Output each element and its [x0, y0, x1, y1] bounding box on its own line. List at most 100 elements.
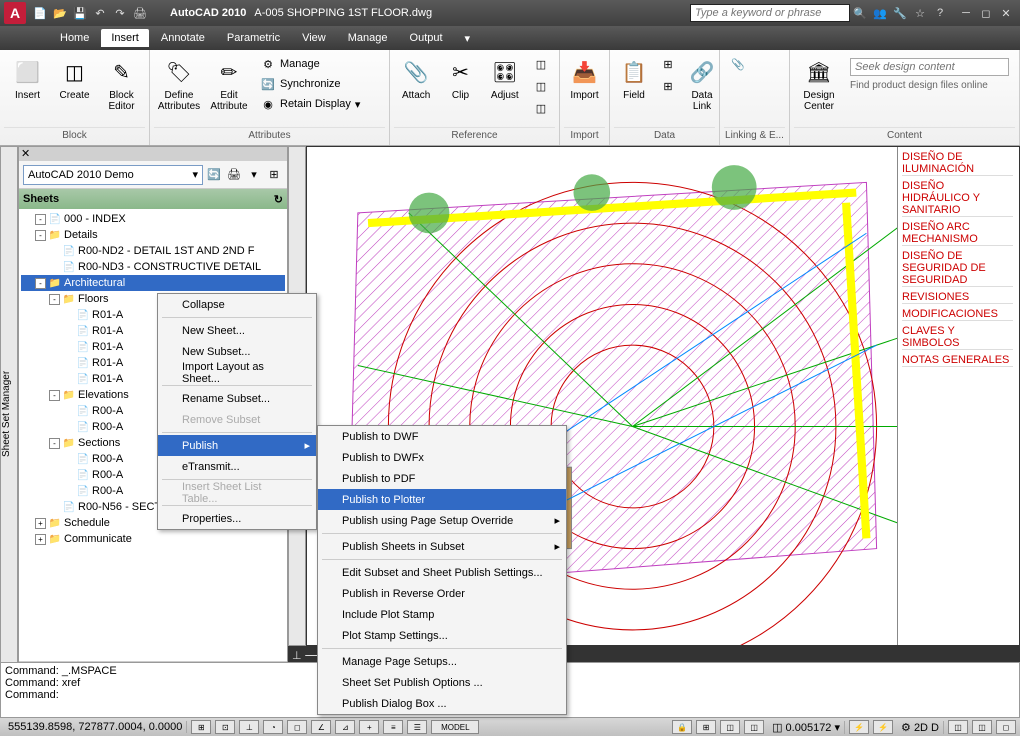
sb-ann2[interactable]: ⚡: [873, 720, 893, 734]
ctx-publish-dialog-box-[interactable]: Publish Dialog Box ...: [318, 693, 566, 714]
manage-attr-button[interactable]: ⚙Manage: [256, 54, 364, 74]
menu-annotate[interactable]: Annotate: [151, 29, 215, 47]
ctx-manage-page-setups-[interactable]: Manage Page Setups...: [318, 651, 566, 672]
ctx-sheet-set-publish-options-[interactable]: Sheet Set Publish Options ...: [318, 672, 566, 693]
key-icon[interactable]: 🔧: [892, 5, 908, 21]
insert-block-button[interactable]: ⬜Insert: [6, 54, 49, 103]
attach-button[interactable]: 📎Attach: [396, 54, 436, 103]
edit-attribute-button[interactable]: ✏Edit Attribute: [206, 54, 252, 114]
ctx-publish-using-page-setup-override[interactable]: Publish using Page Setup Override▸: [318, 510, 566, 531]
close-button[interactable]: ✕: [997, 5, 1015, 21]
ssm-combo[interactable]: AutoCAD 2010 Demo▾: [23, 165, 203, 185]
sb-ann[interactable]: ⚡: [849, 720, 869, 734]
sb-otrack[interactable]: ∠: [311, 720, 331, 734]
app-logo[interactable]: A: [4, 2, 26, 24]
ctx-publish-to-dwfx[interactable]: Publish to DWFx: [318, 447, 566, 468]
ctx-new-subset-[interactable]: New Subset...: [158, 341, 316, 362]
design-center-button[interactable]: 🏛Design Center: [796, 54, 842, 114]
ref-opt3[interactable]: ◫: [529, 98, 553, 118]
sb-qv[interactable]: ◫: [720, 720, 740, 734]
ssm-publish-icon[interactable]: 🖨: [225, 166, 243, 184]
menu-expand-icon[interactable]: ▾: [455, 29, 481, 48]
qat-open-icon[interactable]: 📂: [52, 5, 68, 21]
menu-view[interactable]: View: [292, 29, 336, 47]
field-button[interactable]: 📋Field: [616, 54, 652, 103]
qat-undo-icon[interactable]: ↶: [92, 5, 108, 21]
ctx-publish-to-dwf[interactable]: Publish to DWF: [318, 426, 566, 447]
menu-parametric[interactable]: Parametric: [217, 29, 290, 47]
sb-scale[interactable]: ◫ 0.005172 ▾: [768, 721, 845, 734]
sb-snap[interactable]: ⊞: [191, 720, 211, 734]
menu-output[interactable]: Output: [400, 29, 453, 47]
sb-qv2[interactable]: ◫: [744, 720, 764, 734]
tree-item[interactable]: -📁Architectural: [21, 275, 285, 291]
data-opt2[interactable]: ⊞: [656, 76, 680, 96]
create-block-button[interactable]: ◫Create: [53, 54, 96, 103]
sb-clean[interactable]: ◻: [996, 720, 1016, 734]
retain-display-button[interactable]: ◉Retain Display ▾: [256, 94, 364, 114]
sb-tray2[interactable]: ◫: [972, 720, 992, 734]
sb-qp[interactable]: ☰: [407, 720, 427, 734]
sb-tray1[interactable]: ◫: [948, 720, 968, 734]
ctx-edit-subset-and-sheet-publish-settings-[interactable]: Edit Subset and Sheet Publish Settings..…: [318, 562, 566, 583]
sb-grid2[interactable]: ⊞: [696, 720, 716, 734]
data-link-button[interactable]: 🔗Data Link: [684, 54, 720, 114]
ssm-opt2-icon[interactable]: ⊞: [265, 166, 283, 184]
ctx-rename-subset-[interactable]: Rename Subset...: [158, 388, 316, 409]
ctx-publish-to-plotter[interactable]: Publish to Plotter: [318, 489, 566, 510]
ssm-close-icon[interactable]: ✕: [21, 147, 30, 161]
sb-model[interactable]: MODEL: [431, 720, 479, 734]
ctx-publish-to-pdf[interactable]: Publish to PDF: [318, 468, 566, 489]
sync-attr-button[interactable]: 🔄Synchronize: [256, 74, 364, 94]
ssm-refresh2-icon[interactable]: ↻: [274, 193, 283, 206]
import-button[interactable]: 📥Import: [566, 54, 603, 103]
help-icon[interactable]: ?: [932, 5, 948, 21]
ctx-include-plot-stamp[interactable]: Include Plot Stamp: [318, 604, 566, 625]
ssm-opt-icon[interactable]: ▾: [245, 166, 263, 184]
sb-grid[interactable]: ⊡: [215, 720, 235, 734]
sb-dyn[interactable]: +: [359, 720, 379, 734]
publish-submenu[interactable]: Publish to DWFPublish to DWFxPublish to …: [317, 425, 567, 715]
search-icon[interactable]: 🔍: [852, 5, 868, 21]
clip-button[interactable]: ✂Clip: [440, 54, 480, 103]
qat-new-icon[interactable]: 📄: [32, 5, 48, 21]
ctx-import-layout-as-sheet-[interactable]: Import Layout as Sheet...: [158, 362, 316, 383]
ssm-title-tab[interactable]: Sheet Set Manager: [0, 146, 18, 682]
link1[interactable]: 📎: [726, 54, 750, 74]
favorite-icon[interactable]: ☆: [912, 5, 928, 21]
minimize-button[interactable]: ─: [957, 5, 975, 21]
menu-insert[interactable]: Insert: [101, 29, 149, 47]
context-menu[interactable]: Collapse New Sheet...New Subset...Import …: [157, 293, 317, 530]
ctx-new-sheet-[interactable]: New Sheet...: [158, 320, 316, 341]
tree-item[interactable]: -📄000 - INDEX: [21, 211, 285, 227]
maximize-button[interactable]: ◻: [977, 5, 995, 21]
ref-opt1[interactable]: ◫: [529, 54, 553, 74]
seek-input[interactable]: [850, 58, 1009, 76]
tree-item[interactable]: 📄R00-ND2 - DETAIL 1ST AND 2ND F: [21, 243, 285, 259]
sb-osnap[interactable]: ◻: [287, 720, 307, 734]
sb-lwt[interactable]: ≡: [383, 720, 403, 734]
ctx-plot-stamp-settings-[interactable]: Plot Stamp Settings...: [318, 625, 566, 646]
qat-redo-icon[interactable]: ↷: [112, 5, 128, 21]
qat-save-icon[interactable]: 💾: [72, 5, 88, 21]
qat-print-icon[interactable]: 🖨: [132, 5, 148, 21]
ctx-etransmit-[interactable]: eTransmit...: [158, 456, 316, 477]
infocenter-search[interactable]: [690, 4, 850, 22]
sb-polar[interactable]: ◔: [263, 720, 283, 734]
block-editor-button[interactable]: ✎Block Editor: [100, 54, 143, 114]
ctx-publish[interactable]: Publish▸: [158, 435, 316, 456]
data-opt1[interactable]: ⊞: [656, 54, 680, 74]
tree-item[interactable]: -📁Details: [21, 227, 285, 243]
ref-opt2[interactable]: ◫: [529, 76, 553, 96]
sb-ducs[interactable]: ⊿: [335, 720, 355, 734]
ssm-refresh-icon[interactable]: 🔄: [205, 166, 223, 184]
ctx-collapse[interactable]: Collapse: [158, 294, 316, 315]
sb-ortho[interactable]: ⊥: [239, 720, 259, 734]
tree-item[interactable]: +📁Communicate: [21, 531, 285, 547]
tree-item[interactable]: 📄R00-ND3 - CONSTRUCTIVE DETAIL: [21, 259, 285, 275]
define-attributes-button[interactable]: 🏷Define Attributes: [156, 54, 202, 114]
ctx-properties-[interactable]: Properties...: [158, 508, 316, 529]
sb-view[interactable]: ⚙ 2D D: [897, 721, 944, 734]
ctx-publish-in-reverse-order[interactable]: Publish in Reverse Order: [318, 583, 566, 604]
ctx-publish-sheets-in-subset[interactable]: Publish Sheets in Subset▸: [318, 536, 566, 557]
